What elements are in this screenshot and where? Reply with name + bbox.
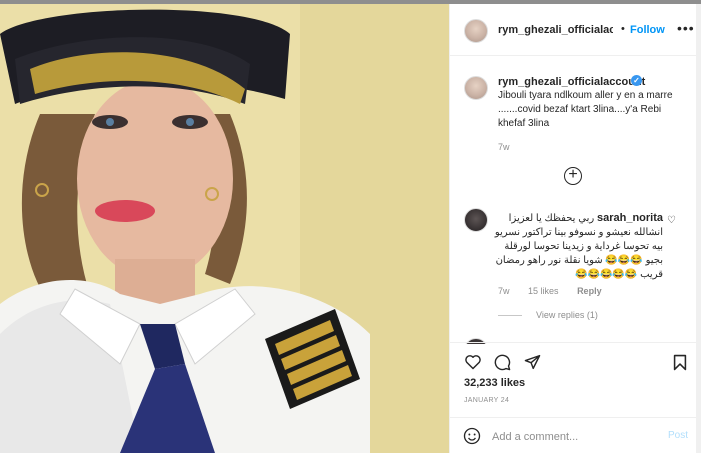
post-photo[interactable] (0, 4, 449, 453)
load-more-comments-icon[interactable]: + (564, 167, 582, 185)
caption-text: Jibouli tyara ndlkoum aller y en a marre… (498, 90, 673, 129)
comment-bubble-icon[interactable] (494, 354, 511, 371)
author-username[interactable]: rym_ghezali_officialaccou (498, 24, 613, 36)
comment-timestamp[interactable]: 7w (498, 286, 510, 296)
save-bookmark-icon[interactable] (673, 354, 687, 371)
post-likes-count[interactable]: 32,233 likes (464, 377, 525, 389)
replies-divider-line (498, 315, 522, 317)
view-replies-label: View replies (1) (536, 310, 598, 320)
page-scrollbar[interactable] (696, 4, 701, 453)
post-comment-button[interactable]: Post (668, 430, 688, 441)
add-comment-bar: Post (450, 417, 697, 453)
verified-badge-icon: ✓ (631, 75, 642, 86)
follow-button[interactable]: Follow (630, 24, 665, 36)
emoji-smiley-icon[interactable] (463, 427, 481, 445)
like-comment-heart-icon[interactable]: ♡ (667, 215, 676, 226)
author-avatar[interactable] (464, 19, 488, 43)
view-replies-link[interactable]: View replies (1) (498, 310, 598, 320)
comment-meta: 7w 15 likes Reply (498, 286, 618, 296)
like-heart-icon[interactable] (464, 354, 482, 370)
post-actions-bar (450, 342, 697, 374)
add-comment-input[interactable] (492, 428, 652, 446)
post-details-panel: rym_ghezali_officialaccou • Follow ••• r… (449, 4, 697, 453)
post-date[interactable]: JANUARY 24 (464, 397, 509, 404)
separator-dot: • (621, 23, 625, 35)
caption-author-avatar[interactable] (464, 76, 488, 100)
comment-likes[interactable]: 15 likes (528, 286, 559, 296)
caption-timestamp[interactable]: 7w (498, 142, 510, 152)
post-header: rym_ghezali_officialaccou • Follow ••• (450, 4, 697, 56)
commenter-avatar[interactable] (464, 208, 488, 232)
share-paper-plane-icon[interactable] (524, 354, 541, 370)
commenter-username[interactable]: sarah_norita (597, 212, 663, 224)
more-options-icon[interactable]: ••• (677, 20, 695, 36)
reply-button[interactable]: Reply (577, 286, 602, 296)
comment-text: sarah_norita ربي يحفظك يا لعزيزا انشالله… (490, 211, 663, 282)
post-photo-image (0, 4, 449, 453)
caption-author-username[interactable]: rym_ghezali_officialaccount (498, 76, 645, 88)
